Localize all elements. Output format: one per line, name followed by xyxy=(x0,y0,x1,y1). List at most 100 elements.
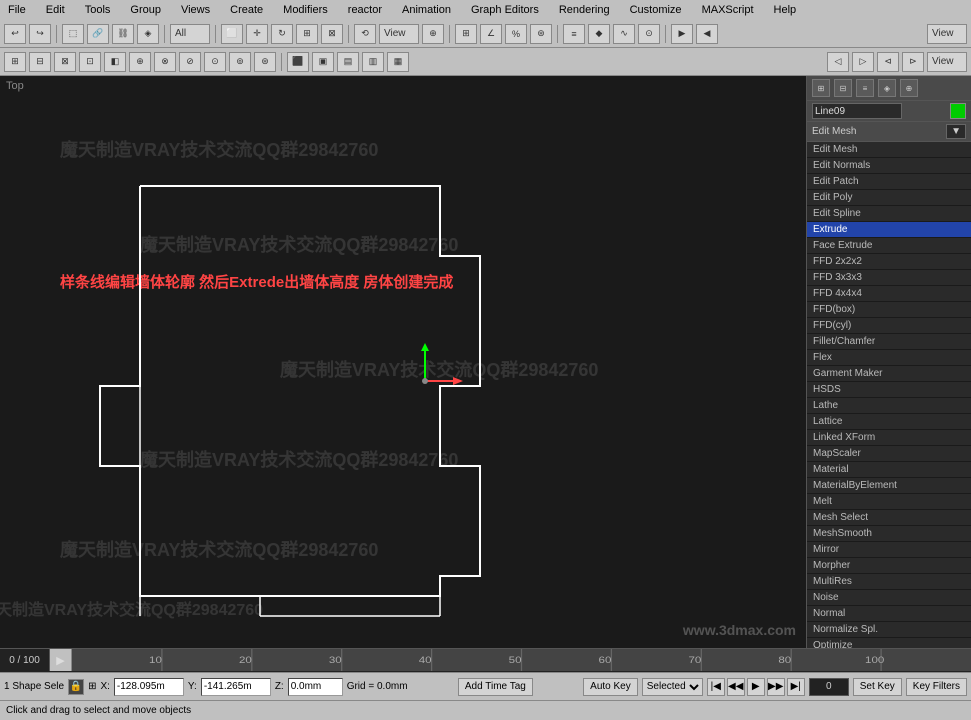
timeline-play-btn[interactable]: ▶ xyxy=(50,649,72,671)
modifier-item[interactable]: Extrude xyxy=(807,222,971,238)
menu-tools[interactable]: Tools xyxy=(81,3,115,17)
move-btn[interactable]: ✛ xyxy=(246,24,268,44)
tb2-btn4[interactable]: ⊡ xyxy=(79,52,101,72)
menu-help[interactable]: Help xyxy=(770,3,801,17)
rp-icon-5[interactable]: ⊕ xyxy=(900,79,918,97)
menu-file[interactable]: File xyxy=(4,3,30,17)
modifier-item[interactable]: Garment Maker xyxy=(807,366,971,382)
modifier-item[interactable]: Edit Poly xyxy=(807,190,971,206)
filter-dropdown[interactable]: All xyxy=(170,24,210,44)
tb2-btn1[interactable]: ⊞ xyxy=(4,52,26,72)
modifier-item[interactable]: Optimize xyxy=(807,638,971,648)
menu-edit[interactable]: Edit xyxy=(42,3,69,17)
modifier-list[interactable]: Edit MeshEdit NormalsEdit PatchEdit Poly… xyxy=(807,142,971,648)
modifier-item[interactable]: FFD 3x3x3 xyxy=(807,270,971,286)
tb2-btn11[interactable]: ⊛ xyxy=(254,52,276,72)
menu-graph-editors[interactable]: Graph Editors xyxy=(467,3,543,17)
tb2-btn7[interactable]: ⊗ xyxy=(154,52,176,72)
ref-coord-btn[interactable]: ⟲ xyxy=(354,24,376,44)
menu-create[interactable]: Create xyxy=(226,3,267,17)
prev-frame-btn[interactable]: |◀ xyxy=(707,678,725,696)
modifier-item[interactable]: Mesh Select xyxy=(807,510,971,526)
tb2-end4[interactable]: ⊳ xyxy=(902,52,924,72)
rp-icon-4[interactable]: ◈ xyxy=(878,79,896,97)
x-input[interactable] xyxy=(114,678,184,696)
modifier-item[interactable]: MultiRes xyxy=(807,574,971,590)
tb2-btn6[interactable]: ⊕ xyxy=(129,52,151,72)
modifier-item[interactable]: Lattice xyxy=(807,414,971,430)
tb2-btn2[interactable]: ⊟ xyxy=(29,52,51,72)
select-btn[interactable]: ⬚ xyxy=(62,24,84,44)
object-name-input[interactable] xyxy=(812,103,902,119)
modifier-item[interactable]: MaterialByElement xyxy=(807,478,971,494)
modifier-item[interactable]: Normal xyxy=(807,606,971,622)
timeline-track[interactable]: 10 20 30 40 50 60 70 80 100 xyxy=(72,649,971,671)
auto-key-btn[interactable]: Auto Key xyxy=(583,678,638,696)
scale-btn[interactable]: ⊞ xyxy=(296,24,318,44)
menu-modifiers[interactable]: Modifiers xyxy=(279,3,332,17)
next-frame-btn[interactable]: ▶| xyxy=(787,678,805,696)
modifier-item[interactable]: FFD(cyl) xyxy=(807,318,971,334)
modifier-item[interactable]: Mirror xyxy=(807,542,971,558)
modifier-item[interactable]: Melt xyxy=(807,494,971,510)
snap-btn[interactable]: ⊞ xyxy=(455,24,477,44)
view-dropdown-right[interactable]: View xyxy=(927,24,967,44)
layer-btn[interactable]: ≡ xyxy=(563,24,585,44)
modifier-item[interactable]: MeshSmooth xyxy=(807,526,971,542)
tb2-btn16[interactable]: ▦ xyxy=(387,52,409,72)
rotate-btn[interactable]: ↻ xyxy=(271,24,293,44)
key-filters-btn[interactable]: Key Filters xyxy=(906,678,967,696)
view-dropdown[interactable]: View xyxy=(379,24,419,44)
color-swatch[interactable] xyxy=(950,103,966,119)
modifier-item[interactable]: FFD 4x4x4 xyxy=(807,286,971,302)
angle-snap-btn[interactable]: ∠ xyxy=(480,24,502,44)
percent-snap-btn[interactable]: % xyxy=(505,24,527,44)
modifier-item[interactable]: Flex xyxy=(807,350,971,366)
selected-dropdown[interactable]: Selected xyxy=(642,678,703,696)
scale2-btn[interactable]: ⊠ xyxy=(321,24,343,44)
modifier-item[interactable]: Edit Spline xyxy=(807,206,971,222)
pivot-btn[interactable]: ⊕ xyxy=(422,24,444,44)
modifier-dropdown-btn[interactable]: ▼ xyxy=(946,124,966,139)
tb2-btn5[interactable]: ◧ xyxy=(104,52,126,72)
modifier-item[interactable]: Lathe xyxy=(807,398,971,414)
modifier-item[interactable]: Edit Patch xyxy=(807,174,971,190)
modifier-item[interactable]: Linked XForm xyxy=(807,430,971,446)
spinner-snap-btn[interactable]: ⊛ xyxy=(530,24,552,44)
render2-btn[interactable]: ◀ xyxy=(696,24,718,44)
modifier-item[interactable]: Edit Normals xyxy=(807,158,971,174)
modifier-item[interactable]: Normalize Spl. xyxy=(807,622,971,638)
select-region-btn[interactable]: ⬜ xyxy=(221,24,243,44)
view-dropdown-right2[interactable]: View xyxy=(927,52,967,72)
menu-views[interactable]: Views xyxy=(177,3,214,17)
menu-rendering[interactable]: Rendering xyxy=(555,3,614,17)
lock-icon[interactable]: 🔒 xyxy=(68,679,84,695)
next-key-btn[interactable]: ▶▶ xyxy=(767,678,785,696)
set-key-btn[interactable]: Set Key xyxy=(853,678,902,696)
modifier-item[interactable]: Fillet/Chamfer xyxy=(807,334,971,350)
menu-group[interactable]: Group xyxy=(126,3,165,17)
undo-btn[interactable]: ↩ xyxy=(4,24,26,44)
menu-customize[interactable]: Customize xyxy=(626,3,686,17)
tb2-btn15[interactable]: ▥ xyxy=(362,52,384,72)
modifier-item[interactable]: FFD 2x2x2 xyxy=(807,254,971,270)
modifier-item[interactable]: Noise xyxy=(807,590,971,606)
prev-key-btn[interactable]: ◀◀ xyxy=(727,678,745,696)
bind-btn[interactable]: ◈ xyxy=(137,24,159,44)
tb2-end2[interactable]: ▷ xyxy=(852,52,874,72)
z-input[interactable] xyxy=(288,678,343,696)
menu-reactor[interactable]: reactor xyxy=(344,3,386,17)
tb2-btn12[interactable]: ⬛ xyxy=(287,52,309,72)
material-btn[interactable]: ◆ xyxy=(588,24,610,44)
tb2-end1[interactable]: ◁ xyxy=(827,52,849,72)
tb2-btn3[interactable]: ⊠ xyxy=(54,52,76,72)
tb2-btn10[interactable]: ⊚ xyxy=(229,52,251,72)
add-time-tag-btn[interactable]: Add Time Tag xyxy=(458,678,533,696)
modifier-item[interactable]: Edit Mesh xyxy=(807,142,971,158)
render-btn[interactable]: ▶ xyxy=(671,24,693,44)
modifier-item[interactable]: Material xyxy=(807,462,971,478)
menu-animation[interactable]: Animation xyxy=(398,3,455,17)
tb2-end3[interactable]: ⊲ xyxy=(877,52,899,72)
viewport[interactable]: Top 魔天制造VRAY技术交流QQ群29842760 魔天制造VRAY技术交流… xyxy=(0,76,806,648)
modifier-item[interactable]: FFD(box) xyxy=(807,302,971,318)
